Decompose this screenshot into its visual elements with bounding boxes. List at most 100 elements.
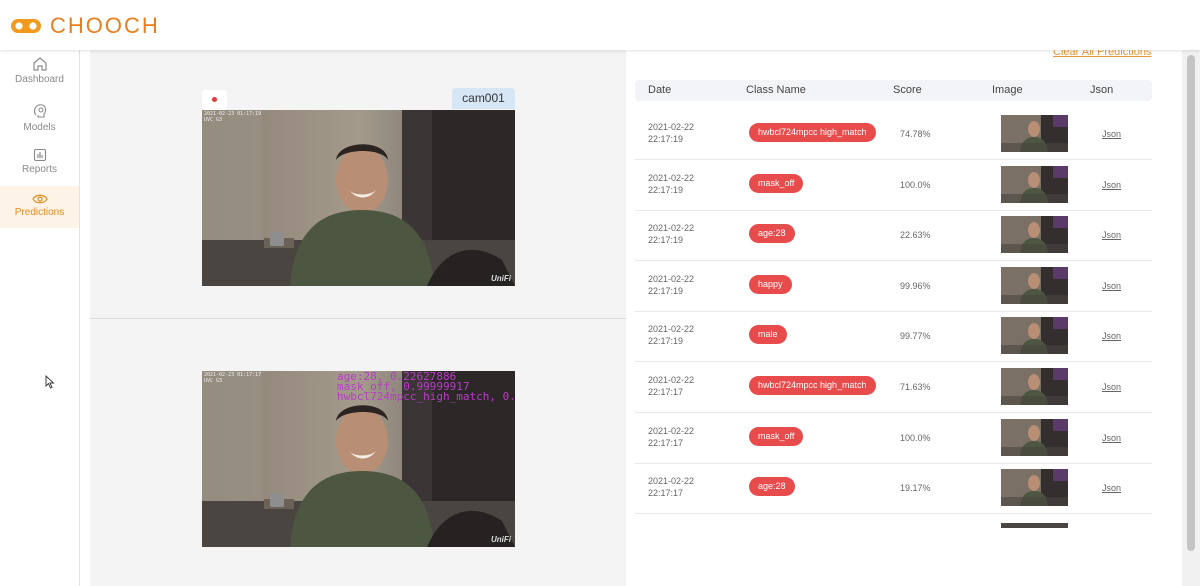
table-row: 2021-02-22 22:17:19 happy 99.96% Json <box>635 261 1152 312</box>
unifi-watermark: UniFi <box>491 535 511 544</box>
class-name-badge[interactable]: happy <box>749 274 792 294</box>
row-date-day: 2021-02-22 <box>648 172 695 183</box>
sidebar-item-dashboard[interactable]: Dashboard <box>0 56 79 94</box>
divider <box>90 318 626 319</box>
thumbnail[interactable] <box>1001 266 1068 304</box>
json-link[interactable]: Json <box>1102 382 1121 392</box>
json-link[interactable]: Json <box>1102 483 1121 493</box>
sidebar-item-predictions[interactable]: Predictions <box>0 186 79 228</box>
sidebar: Dashboard Models Reports Predictions <box>0 50 80 586</box>
sidebar-item-models[interactable]: Models <box>0 102 79 140</box>
row-date-day: 2021-02-22 <box>648 122 695 132</box>
row-date-day: 2021-02-22 <box>648 273 695 284</box>
row-date-day: 2021-02-22 <box>648 476 695 487</box>
table-row: 2021-02-22 22:17:17 age:28 19.17% Json <box>635 463 1152 515</box>
row-date: 2021-02-22 22:17:19 <box>648 121 694 145</box>
predictions-panel: Clear All Predictions Date Class Name Sc… <box>626 50 1161 586</box>
mouse-pointer-icon <box>45 375 55 389</box>
camera-tab[interactable]: cam001 <box>452 88 515 109</box>
sidebar-item-label: Models <box>23 122 56 133</box>
column-header-image: Image <box>992 84 1023 96</box>
thumbnail[interactable] <box>1001 469 1068 507</box>
row-date: 2021-02-22 22:17:19 <box>648 172 694 196</box>
json-link[interactable]: Json <box>1102 331 1121 341</box>
live-video-frame[interactable]: 2021-02-23 01:17:19 UVC G3 UniFi <box>202 110 515 286</box>
json-link[interactable]: Json <box>1102 230 1121 240</box>
sidebar-item-reports[interactable]: Reports <box>0 148 79 184</box>
json-link[interactable]: Json <box>1102 129 1121 139</box>
row-score: 71.63% <box>900 382 931 392</box>
class-name-badge[interactable]: mask_off <box>749 173 804 193</box>
home-icon <box>32 57 47 71</box>
row-score: 22.63% <box>900 230 931 241</box>
row-score: 100.0% <box>900 179 931 190</box>
json-link[interactable]: Json <box>1102 433 1121 443</box>
row-date: 2021-02-22 22:17:19 <box>648 273 694 297</box>
row-date-time: 22:17:17 <box>648 387 684 397</box>
overlay-line: hwbcl724mpcc_high_match, 0.747 <box>337 390 515 403</box>
class-name-badge[interactable]: mask_off <box>749 426 804 446</box>
thumbnail[interactable] <box>1001 523 1068 528</box>
table-row: 2021-02-22 22:17:19 mask_off 100.0% Json <box>635 160 1152 211</box>
column-header-date: Date <box>648 84 672 96</box>
class-name-badge[interactable]: male <box>749 325 787 345</box>
thumbnail[interactable] <box>1001 115 1068 152</box>
class-name-badge[interactable]: hwbcl724mpcc high_match <box>749 376 876 395</box>
record-indicator[interactable] <box>202 90 227 110</box>
sidebar-item-label: Reports <box>21 164 57 175</box>
column-header-class: Class Name <box>746 84 806 96</box>
prediction-overlay: age:28, 0.22627886 mask_off, 0.99999917 … <box>337 371 515 403</box>
thumbnail[interactable] <box>1001 165 1068 203</box>
video-scene <box>202 110 515 286</box>
page-scrollbar-thumb[interactable] <box>1187 55 1195 551</box>
eye-icon <box>31 194 48 204</box>
row-date-day: 2021-02-22 <box>648 375 695 385</box>
row-date: 2021-02-22 22:17:17 <box>648 425 694 449</box>
thumbnail[interactable] <box>1001 216 1068 254</box>
thumbnail[interactable] <box>1001 418 1068 456</box>
thumbnail[interactable] <box>1001 317 1068 355</box>
unifi-watermark: UniFi <box>491 274 511 283</box>
sidebar-item-label: Dashboard <box>15 74 64 85</box>
row-date: 2021-02-22 22:17:17 <box>648 475 694 499</box>
app-logo[interactable]: CHOOCH <box>10 13 160 39</box>
thumbnail[interactable] <box>1001 368 1068 405</box>
report-icon <box>33 148 46 162</box>
table-header: Date Class Name Score Image Json <box>635 80 1152 101</box>
class-name-badge[interactable]: hwbcl724mpcc high_match <box>749 123 876 142</box>
table-row: 2021-02-22 22:17:17 hwbcl724mpcc high_matc… <box>635 362 1152 413</box>
row-score: 19.17% <box>900 483 931 494</box>
row-date-day: 2021-02-22 <box>648 425 695 436</box>
video-timestamp: 2021-02-23 01:17:19 UVC G3 <box>204 111 262 123</box>
class-name-badge[interactable]: age:28 <box>749 477 795 497</box>
class-name-badge[interactable]: age:28 <box>749 224 795 244</box>
prediction-frame[interactable]: 2021-02-23 01:17:17 UVC G3 age:28, 0.226… <box>202 371 515 547</box>
camera-area: cam001 2021-02-23 01:17:19 UVC G3 UniFi <box>90 50 626 586</box>
row-date-time: 22:17:19 <box>648 235 684 246</box>
json-link[interactable]: Json <box>1102 180 1121 190</box>
table-row: 2021-02-22 22:17:19 male 99.77% Json <box>635 311 1152 363</box>
top-bar: CHOOCH <box>0 0 1200 50</box>
row-score: 99.96% <box>900 280 931 291</box>
column-header-score: Score <box>893 84 922 96</box>
row-date-time: 22:17:19 <box>648 285 684 296</box>
json-link[interactable]: Json <box>1102 281 1121 291</box>
row-score: 99.77% <box>900 331 931 342</box>
chooch-logo-icon <box>11 19 41 33</box>
row-date: 2021-02-22 22:17:19 <box>648 323 694 347</box>
row-date-time: 22:17:17 <box>648 488 684 499</box>
row-date: 2021-02-22 22:17:17 <box>648 374 694 398</box>
prediction-timestamp: 2021-02-23 01:17:17 UVC G3 <box>204 372 262 384</box>
row-date-day: 2021-02-22 <box>648 223 695 234</box>
clear-all-predictions-link[interactable]: Clear All Predictions <box>1053 50 1151 58</box>
record-dot-icon <box>212 97 217 102</box>
row-score: 100.0% <box>900 432 931 443</box>
row-date-time: 22:17:17 <box>648 437 684 448</box>
row-score: 74.78% <box>900 129 931 139</box>
table-row: 2021-02-22 22:17:19 age:28 22.63% Json <box>635 210 1152 262</box>
row-date-time: 22:17:19 <box>648 134 684 144</box>
gear-bulb-icon <box>33 104 46 118</box>
column-header-json: Json <box>1090 84 1114 96</box>
table-row: 2021-02-22 22:17:19 hwbcl724mpcc high_matc… <box>635 109 1152 160</box>
table-row: 2021-02-22 22:17:17 mask_off 100.0% Json <box>635 413 1152 464</box>
